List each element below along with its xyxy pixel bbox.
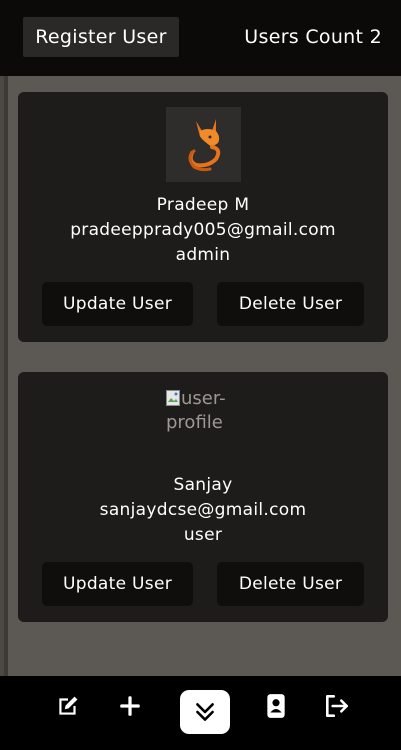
user-name: Sanjay [173, 475, 233, 495]
update-user-button[interactable]: Update User [42, 562, 193, 606]
user-role: admin [175, 245, 231, 265]
top-bar: Register User Users Count 2 [0, 0, 401, 76]
users-count: Users Count 2 [244, 26, 382, 48]
register-user-button[interactable]: Register User [23, 17, 179, 57]
broken-avatar-image: user-profile [166, 387, 241, 447]
update-user-button[interactable]: Update User [42, 282, 193, 326]
delete-user-button[interactable]: Delete User [217, 282, 364, 326]
user-role: user [183, 525, 223, 545]
user-name: Pradeep M [156, 195, 250, 215]
delete-user-button[interactable]: Delete User [217, 562, 364, 606]
user-card: Pradeep M pradeepprady005@gmail.com admi… [18, 92, 388, 342]
bottom-nav [0, 676, 401, 750]
edit-icon[interactable] [54, 692, 82, 720]
user-email: pradeepprady005@gmail.com [70, 220, 336, 240]
plus-icon[interactable] [116, 692, 144, 720]
user-card: user-profile Sanjay sanjaydcse@gmail.com… [18, 372, 388, 622]
fox-logo-avatar [166, 107, 241, 182]
user-email: sanjaydcse@gmail.com [99, 500, 307, 520]
contact-icon[interactable] [262, 692, 290, 720]
logout-icon[interactable] [323, 692, 351, 720]
broken-image-icon [166, 390, 180, 406]
chevron-double-down-icon[interactable] [180, 690, 230, 734]
